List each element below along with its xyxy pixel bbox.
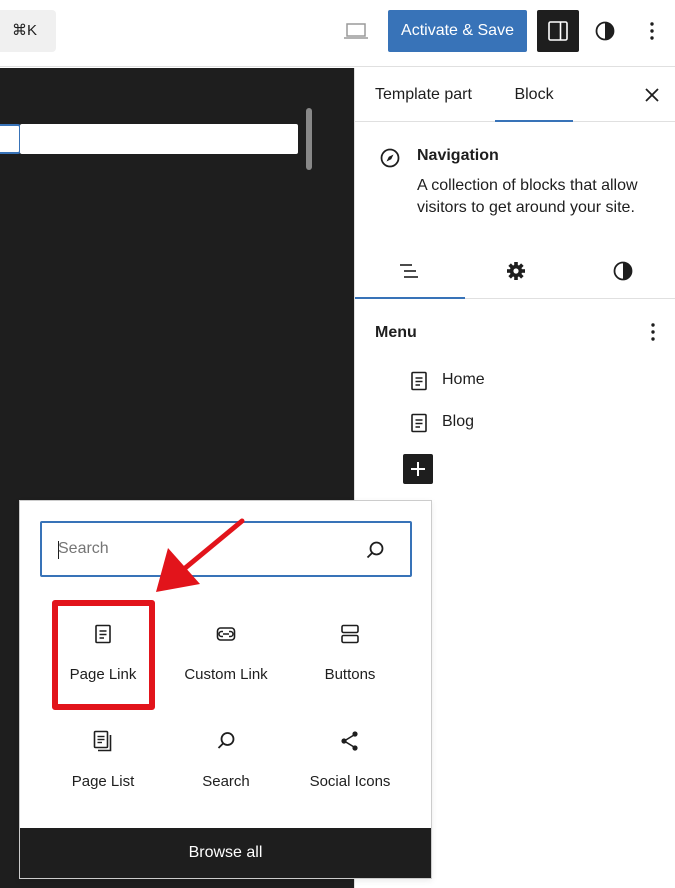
block-custom-link[interactable]: Custom Link (164, 622, 288, 722)
menu-heading: Menu (375, 324, 417, 341)
device-preview-button[interactable] (343, 20, 369, 42)
options-menu-button[interactable] (640, 19, 664, 43)
add-block-button[interactable] (403, 454, 433, 484)
page-icon (411, 413, 427, 433)
tab-settings[interactable] (462, 243, 569, 299)
canvas-block[interactable] (20, 124, 298, 154)
sidebar-tabs: Template part Block (355, 68, 675, 122)
search-icon (366, 541, 384, 559)
contrast-icon (595, 21, 615, 41)
block-page-list[interactable]: Page List (41, 729, 165, 829)
custom-link-icon (216, 627, 236, 641)
compass-icon (380, 148, 400, 168)
laptop-icon (344, 23, 368, 39)
block-settings-tabs (355, 243, 675, 299)
block-label: Custom Link (184, 666, 268, 683)
block-label: Search (202, 773, 250, 790)
block-card: Navigation A collection of blocks that a… (355, 123, 675, 243)
page-icon (411, 371, 427, 391)
close-sidebar-button[interactable] (642, 85, 662, 105)
active-subtab-indicator (355, 297, 465, 299)
selected-block-outline[interactable] (0, 124, 21, 154)
gear-icon (507, 262, 525, 280)
plus-icon (411, 462, 425, 476)
contrast-icon (613, 261, 633, 281)
list-view-icon (400, 264, 418, 278)
activate-save-button[interactable]: Activate & Save (388, 10, 527, 52)
more-vertical-icon (651, 323, 655, 341)
block-social-icons[interactable]: Social Icons (288, 729, 412, 829)
menu-item-label: Blog (442, 413, 475, 430)
tab-list-view[interactable] (355, 243, 462, 299)
menu-options-button[interactable] (641, 320, 665, 344)
settings-sidebar-toggle[interactable] (537, 10, 579, 52)
canvas-scrollbar[interactable] (306, 108, 312, 170)
block-search[interactable]: Search (164, 729, 288, 829)
sidebar-icon (548, 21, 568, 41)
more-vertical-icon (650, 22, 654, 40)
block-buttons[interactable]: Buttons (288, 622, 412, 722)
buttons-icon (341, 624, 359, 644)
browse-all-button[interactable]: Browse all (20, 828, 431, 878)
block-description: A collection of blocks that allow visito… (417, 177, 638, 216)
tab-block[interactable]: Block (495, 68, 573, 122)
top-toolbar: ⌘K Activate & Save (0, 0, 675, 67)
block-title: Navigation (417, 147, 499, 164)
search-icon (217, 732, 235, 749)
block-label: Page List (71, 773, 135, 790)
close-icon (645, 88, 659, 102)
highlight-annotation (52, 600, 155, 710)
menu-item-label: Home (442, 371, 485, 388)
tab-template-part[interactable]: Template part (375, 68, 472, 122)
command-palette-button[interactable]: ⌘K (0, 10, 56, 52)
search-input[interactable] (58, 523, 358, 575)
page-list-icon (93, 730, 112, 752)
styles-button[interactable] (593, 19, 617, 43)
block-inserter-popover: Page Link Custom Link Buttons Page List (19, 500, 432, 879)
share-icon (341, 731, 358, 751)
active-tab-indicator (495, 120, 573, 122)
block-label: Social Icons (309, 773, 391, 790)
tab-styles[interactable] (569, 243, 675, 299)
block-label: Buttons (324, 666, 376, 683)
inserter-search[interactable] (40, 521, 412, 577)
